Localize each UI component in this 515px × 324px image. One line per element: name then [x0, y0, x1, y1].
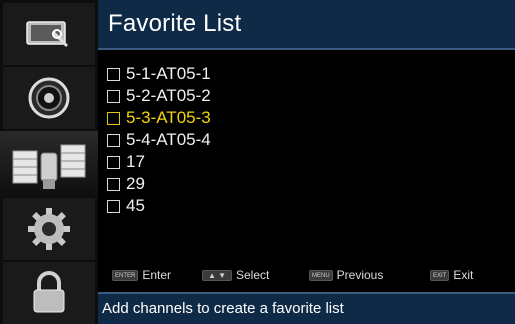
channel-row[interactable]: 17 — [107, 151, 211, 173]
channel-row[interactable]: 45 — [107, 195, 211, 217]
key-hints-bar: ENTER Enter ▲ ▼ Select MENU Previous EXI… — [98, 268, 515, 288]
gear-icon — [28, 208, 70, 250]
sound-icon — [28, 77, 70, 119]
hint-previous-label: Previous — [336, 268, 384, 282]
help-message: Add channels to create a favorite list — [102, 300, 344, 317]
channel-list: 5-1-AT05-1 5-2-AT05-2 5-3-AT05-3 5-4-AT0… — [107, 63, 211, 217]
channel-label: 5-4-AT05-4 — [126, 130, 211, 149]
channel-row-selected[interactable]: 5-3-AT05-3 — [107, 107, 211, 129]
enter-key-icon: ENTER — [112, 269, 139, 281]
hint-exit: EXIT Exit — [430, 268, 473, 282]
favorite-checkbox[interactable] — [107, 111, 120, 125]
favorite-checkbox[interactable] — [107, 133, 120, 147]
sidebar-item-channel[interactable] — [0, 131, 98, 198]
sidebar-item-picture[interactable] — [3, 3, 95, 65]
favorite-checkbox[interactable] — [107, 89, 120, 103]
sidebar-item-setup[interactable] — [3, 198, 95, 260]
hint-enter-label: Enter — [142, 268, 172, 282]
up-down-arrows-icon: ▲ ▼ — [202, 269, 232, 281]
sidebar-item-lock[interactable] — [3, 262, 95, 324]
channel-row[interactable]: 29 — [107, 173, 211, 195]
satellite-icon — [12, 144, 86, 189]
title-bar: Favorite List — [98, 0, 515, 50]
channel-label: 5-1-AT05-1 — [126, 64, 211, 83]
channel-label: 29 — [126, 174, 145, 193]
tv-menu-screen: Favorite List 5-1-AT05-1 5-2-AT05-2 5-3-… — [0, 0, 515, 324]
channel-row[interactable]: 5-4-AT05-4 — [107, 129, 211, 151]
picture-icon — [26, 21, 69, 48]
channel-label: 5-3-AT05-3 — [126, 108, 211, 127]
hint-select-label: Select — [236, 268, 270, 282]
hint-enter: ENTER Enter — [112, 268, 171, 282]
exit-key-icon: EXIT — [430, 269, 450, 281]
channel-row[interactable]: 5-2-AT05-2 — [107, 85, 211, 107]
channel-label: 17 — [126, 152, 145, 171]
channel-label: 45 — [126, 196, 145, 215]
favorite-checkbox[interactable] — [107, 177, 120, 191]
sidebar-item-sound[interactable] — [3, 67, 95, 129]
menu-key-icon: MENU — [309, 269, 333, 281]
favorite-checkbox[interactable] — [107, 67, 120, 81]
help-message-bar: Add channels to create a favorite list — [98, 292, 515, 324]
lock-icon — [33, 271, 65, 313]
channel-label: 5-2-AT05-2 — [126, 86, 211, 105]
menu-sidebar — [0, 0, 98, 324]
page-title: Favorite List — [108, 10, 242, 37]
hint-previous: MENU Previous — [309, 268, 383, 282]
hint-select: ▲ ▼ Select — [202, 268, 269, 282]
favorite-checkbox[interactable] — [107, 199, 120, 213]
favorite-checkbox[interactable] — [107, 155, 120, 169]
channel-row[interactable]: 5-1-AT05-1 — [107, 63, 211, 85]
hint-exit-label: Exit — [453, 268, 474, 282]
favorite-list-panel: 5-1-AT05-1 5-2-AT05-2 5-3-AT05-3 5-4-AT0… — [98, 50, 515, 292]
